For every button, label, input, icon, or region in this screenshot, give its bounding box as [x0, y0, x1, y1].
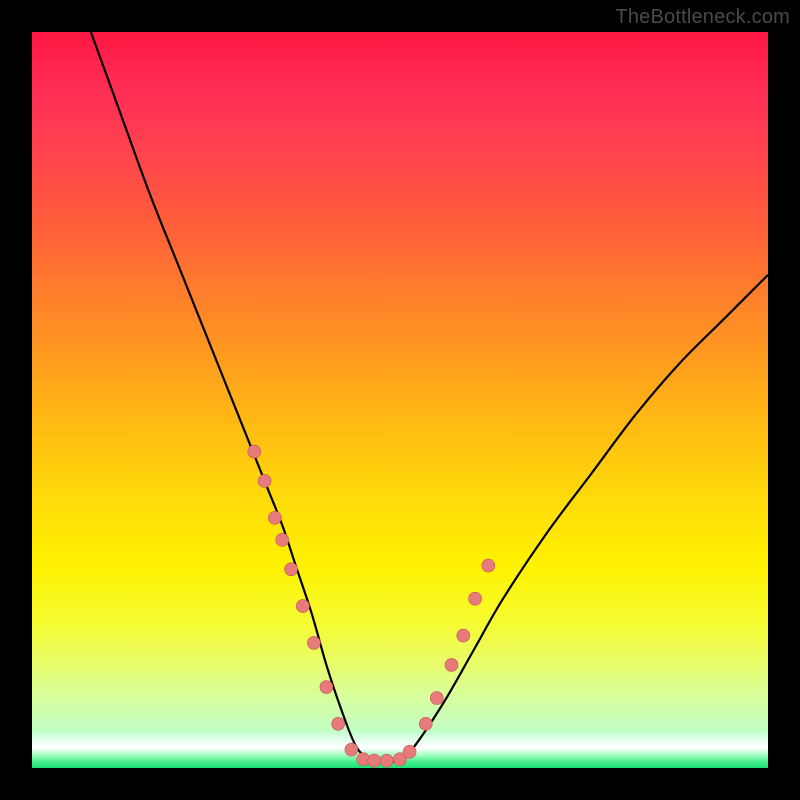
data-point — [320, 681, 333, 694]
measured-points-group — [248, 445, 495, 767]
watermark-text: TheBottleneck.com — [615, 6, 790, 29]
chart-svg — [32, 32, 768, 768]
data-point — [345, 743, 358, 756]
outer-frame: TheBottleneck.com — [0, 0, 800, 800]
data-point — [445, 658, 458, 671]
data-point — [469, 592, 482, 605]
data-point — [368, 754, 381, 767]
data-point — [268, 511, 281, 524]
data-point — [276, 533, 289, 546]
data-point — [482, 559, 495, 572]
data-point — [307, 636, 320, 649]
data-point — [258, 474, 271, 487]
data-point — [457, 629, 470, 642]
plot-area — [32, 32, 768, 768]
data-point — [430, 692, 443, 705]
data-point — [419, 717, 432, 730]
data-point — [403, 745, 416, 758]
data-point — [296, 600, 309, 613]
data-point — [248, 445, 261, 458]
bottleneck-curve — [91, 32, 768, 762]
data-point — [332, 717, 345, 730]
data-point — [285, 563, 298, 576]
data-point — [380, 754, 393, 767]
